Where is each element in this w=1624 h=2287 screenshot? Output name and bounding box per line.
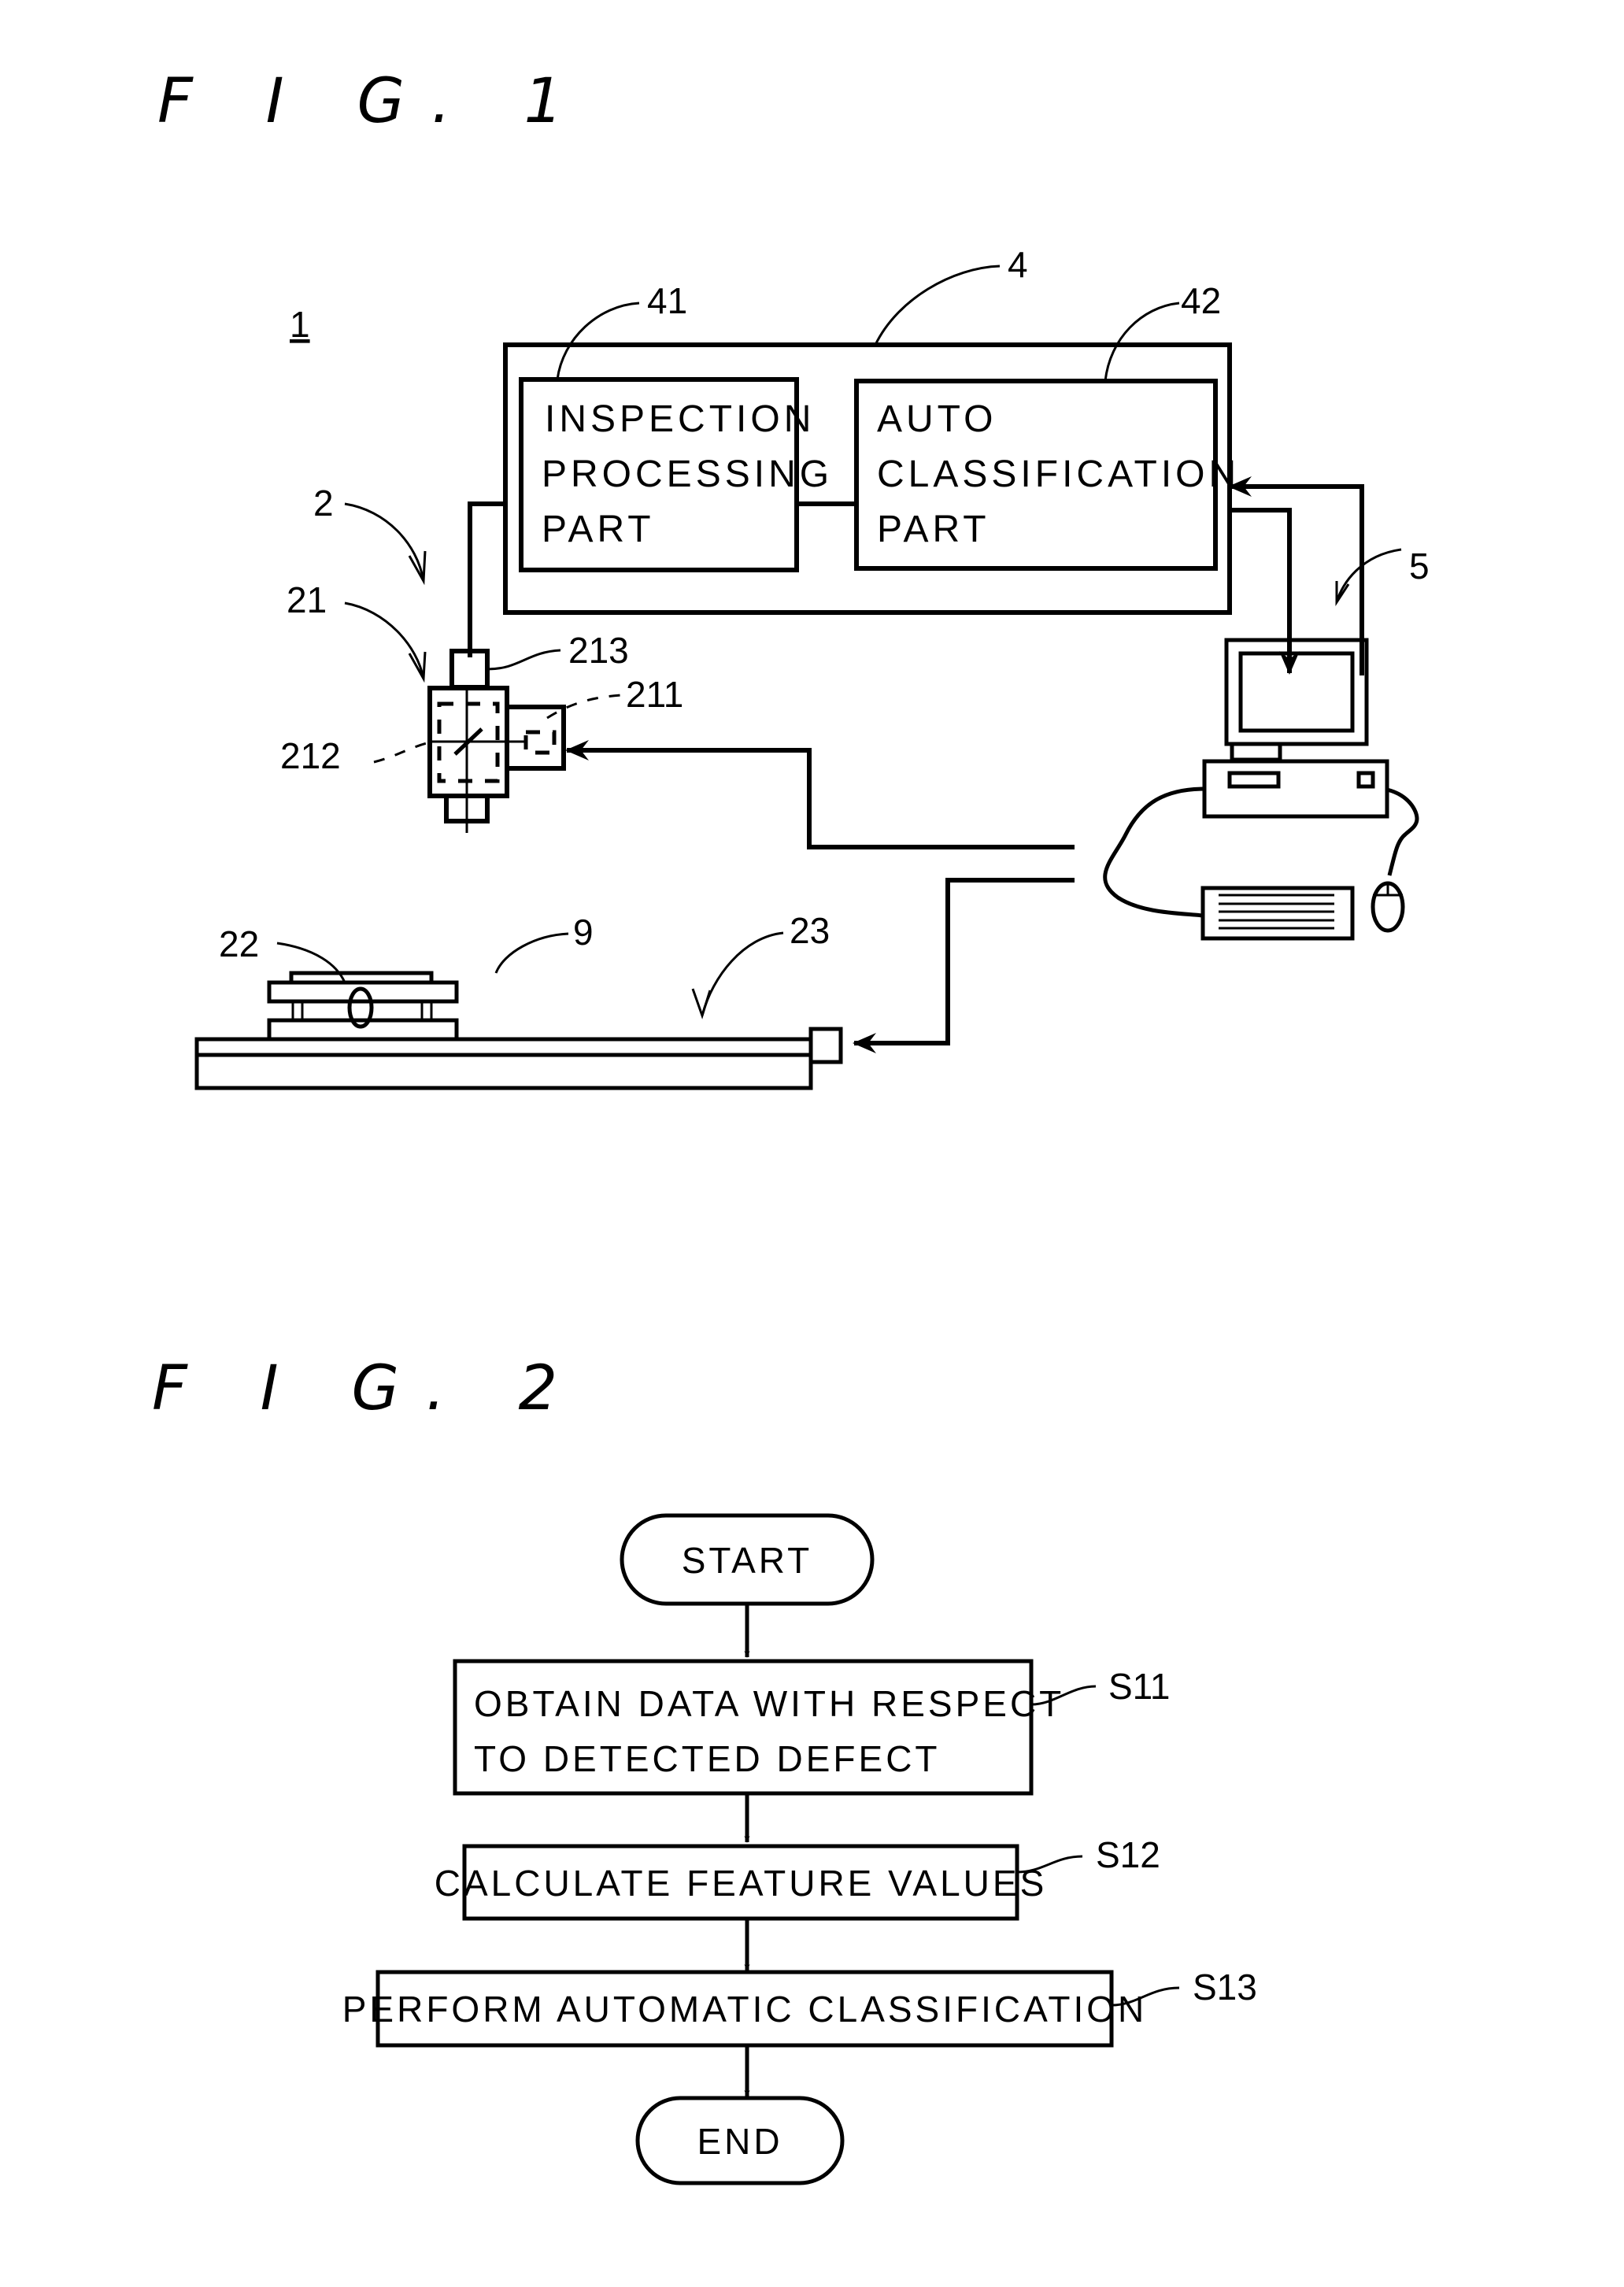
inspection-line-1: INSPECTION (545, 398, 815, 440)
imaging-apparatus-arrowhead (408, 550, 427, 586)
half-mirror-ref-label: 212 (280, 735, 341, 776)
inspection-processing-part: INSPECTION PROCESSING PART 41 (519, 280, 833, 572)
computer-arrowhead (1335, 581, 1350, 607)
substrate-ref-label: 9 (573, 912, 594, 953)
controller-block: 4 INSPECTION PROCESSING PART 41 AUTO CLA… (503, 244, 1240, 615)
step-s12-label: CALCULATE FEATURE VALUES (435, 1863, 1048, 1904)
patent-drawing-sheet: F I G. 1 1 4 INSPECTION PROCESSING PART … (152, 66, 1430, 2185)
half-mirror-leader (373, 742, 427, 764)
computer-to-light-source-line (565, 740, 1075, 849)
step-s11-id: S11 (1108, 1666, 1170, 1707)
keyboard-cable (1103, 786, 1205, 918)
step-s11-line-2: TO DETECTED DEFECT (474, 1738, 941, 1779)
end-label: END (697, 2121, 782, 2162)
controller-ref-label: 4 (1008, 244, 1028, 285)
classification-leader (1104, 302, 1180, 382)
step-s12-id: S12 (1096, 1834, 1160, 1875)
stage-assembly: 22 9 23 (194, 910, 843, 1090)
monitor-screen (1238, 651, 1355, 733)
computer-tower (1202, 759, 1389, 819)
monitor-stand (1230, 742, 1282, 762)
substrate-leader (494, 932, 569, 974)
imaging-apparatus-leader (344, 502, 425, 582)
start-label: START (682, 1540, 813, 1581)
figure-2-title: F I G. 2 (152, 1353, 584, 1424)
controller-leader (874, 265, 1001, 346)
figure-1-title: F I G. 1 (157, 66, 590, 137)
stage-lower-plate (267, 1018, 459, 1042)
computer: 5 (1103, 546, 1430, 941)
stage-driver-leader (701, 931, 784, 1016)
power-button (1356, 771, 1375, 789)
classification-line-1: AUTO (877, 398, 997, 440)
camera-leader (486, 649, 561, 671)
monitor-frame (1224, 638, 1369, 746)
stage-driver-motor (808, 1027, 843, 1064)
figure-2: F I G. 2 START OBTAIN DATA WITH RESPECT … (152, 1353, 1257, 2185)
stage-driver-ref-label: 23 (790, 910, 830, 951)
classification-to-computer-line (1230, 508, 1300, 675)
computer-to-stage-driver-line (853, 878, 1075, 1053)
camera-ref-label: 213 (568, 630, 629, 671)
computer-leader (1335, 548, 1402, 603)
substrate (289, 971, 434, 985)
stage-ref-label: 22 (219, 923, 259, 964)
image-pickup-leader (344, 601, 425, 679)
step-s11-line-1: OBTAIN DATA WITH RESPECT (474, 1683, 1064, 1724)
step-s13-label: PERFORM AUTOMATIC CLASSIFICATION (342, 1989, 1148, 2030)
inspection-leader (556, 302, 640, 380)
computer-to-classification-line (1228, 476, 1364, 675)
system-ref-label: 1 (290, 304, 310, 345)
inspection-line-3: PART (542, 509, 655, 550)
stage-upper-plate (267, 980, 459, 1004)
auto-classification-part: AUTO CLASSIFICATION PART 42 (854, 280, 1240, 571)
mouse-cable (1386, 787, 1419, 876)
disk-drive-slot (1227, 771, 1281, 789)
classification-line-2: CLASSIFICATION (877, 453, 1240, 495)
stage-support-right (420, 1000, 433, 1022)
imaging-apparatus-ref-label: 2 (313, 483, 334, 524)
computer-ref-label: 5 (1409, 546, 1430, 587)
figure-1: F I G. 1 1 4 INSPECTION PROCESSING PART … (157, 66, 1430, 1090)
light-source-ref-label: 211 (626, 674, 683, 715)
light-source-dashed (523, 730, 557, 755)
controller-to-camera-line (468, 501, 505, 657)
image-pickup-arrowhead (408, 651, 427, 683)
stage-leader (276, 942, 346, 983)
stage-driver-arrowhead (691, 988, 712, 1020)
inspection-line-2: PROCESSING (542, 453, 833, 495)
inspection-ref-label: 41 (647, 280, 687, 321)
image-pickup-ref-label: 21 (287, 579, 327, 620)
stage-support-left (291, 1000, 304, 1022)
classification-line-3: PART (877, 509, 990, 550)
stage-base-rail (194, 1037, 813, 1090)
step-s13-id: S13 (1193, 1967, 1257, 2008)
classification-ref-label: 42 (1181, 280, 1221, 321)
